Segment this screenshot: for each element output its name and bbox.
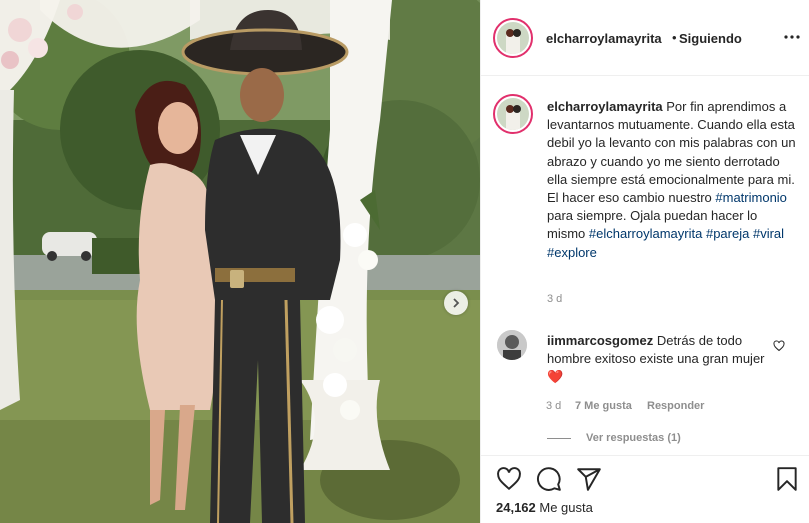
post-header: elcharroylamayrita • Siguiendo: [481, 0, 809, 76]
comment-icon[interactable]: [536, 466, 562, 492]
like-count[interactable]: 24,162 Me gusta: [496, 500, 593, 515]
hashtag-link[interactable]: #explore: [547, 245, 597, 260]
comment-like-icon[interactable]: [773, 340, 785, 352]
commenter-username[interactable]: iimmarcosgomez: [547, 333, 653, 348]
hashtag-link[interactable]: #viral: [753, 226, 784, 241]
hashtag-link[interactable]: #pareja: [706, 226, 749, 241]
post-actions: 24,162 Me gusta: [480, 455, 809, 523]
hashtag-link[interactable]: #matrimonio: [715, 190, 787, 205]
avatar-image: [497, 330, 527, 360]
avatar-image: [497, 22, 529, 54]
author-avatar[interactable]: [493, 18, 533, 58]
post-view: elcharroylamayrita • Siguiendo elcharroy…: [0, 0, 809, 523]
header-separator: •: [672, 30, 677, 45]
comment-timestamp[interactable]: 3 d: [546, 400, 561, 412]
next-photo-button[interactable]: [444, 291, 468, 315]
comment: iimmarcosgomez Detrás de todo hombre exi…: [547, 332, 777, 387]
share-icon[interactable]: [576, 466, 602, 492]
like-count-number: 24,162: [496, 500, 536, 515]
commenter-avatar[interactable]: [497, 330, 527, 360]
like-count-label: Me gusta: [539, 500, 593, 515]
author-username[interactable]: elcharroylamayrita: [546, 31, 662, 46]
view-replies-button[interactable]: Ver respuestas (1): [586, 432, 681, 444]
following-button[interactable]: Siguiendo: [679, 31, 742, 46]
comment-like-count[interactable]: 7 Me gusta: [575, 400, 632, 412]
heart-icon[interactable]: [496, 466, 522, 492]
caption-avatar[interactable]: [493, 94, 533, 134]
wedding-photo-illustration: [0, 0, 480, 523]
post-photo[interactable]: [0, 0, 480, 523]
heart-emoji: ❤️: [547, 369, 564, 385]
caption-username[interactable]: elcharroylamayrita: [547, 99, 663, 114]
post-side-panel: elcharroylamayrita • Siguiendo elcharroy…: [480, 0, 809, 523]
post-caption: elcharroylamayrita Por fin aprendimos a …: [547, 98, 797, 262]
chevron-right-icon: [453, 298, 460, 308]
bookmark-icon[interactable]: [776, 466, 798, 492]
reply-button[interactable]: Responder: [647, 400, 704, 412]
more-options-icon[interactable]: [783, 28, 801, 46]
caption-timestamp[interactable]: 3 d: [547, 293, 562, 305]
hashtag-link[interactable]: #elcharroylamayrita: [589, 226, 702, 241]
avatar-image: [497, 98, 529, 130]
replies-divider: [547, 438, 571, 439]
